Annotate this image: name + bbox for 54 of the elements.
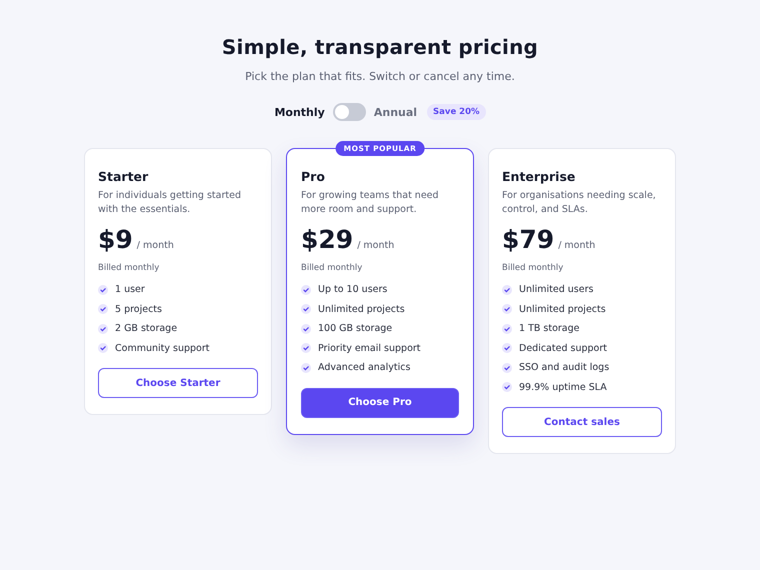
check-icon [502, 304, 512, 314]
plan-name: Starter [98, 169, 150, 184]
check-icon [98, 324, 108, 334]
price-period: / month [136, 240, 174, 251]
check-icon [502, 284, 512, 295]
feature-text: 2 GB storage [115, 322, 178, 336]
check-icon [301, 324, 311, 334]
monthly-label: Monthly [274, 106, 325, 118]
check-icon [502, 362, 512, 373]
plan-description: For growing teams that need more room and support. [301, 189, 440, 217]
feature-text: 5 projects [115, 302, 162, 316]
check-icon [301, 343, 311, 354]
feature-text: Community support [115, 342, 210, 355]
plan-button[interactable]: Contact sales [502, 407, 662, 437]
feature-text: 99.9% uptime SLA [519, 380, 607, 394]
check-icon [98, 284, 108, 295]
billing-note: Billed monthly [502, 263, 564, 273]
feature-text: 100 GB storage [318, 322, 392, 336]
plan-description: For organisations needing scale, control, and SLAs. [502, 189, 657, 217]
save-badge: Save 20% [427, 104, 486, 120]
check-icon [98, 343, 108, 354]
feature-text: 1 TB storage [519, 322, 580, 336]
billing-toggle[interactable] [332, 103, 366, 121]
check-icon [301, 362, 311, 373]
feature-text: Advanced analytics [318, 361, 410, 374]
billing-note: Billed monthly [98, 263, 160, 273]
plan-description: For individuals getting started with the essentials. [98, 189, 242, 217]
feature-text: Unlimited projects [519, 302, 606, 316]
page-title: Simple, transparent pricing [222, 35, 538, 59]
plan-price: $9 [98, 225, 133, 254]
price-period: / month [357, 240, 394, 251]
plan-price: $29 [301, 225, 354, 254]
feature-text: Priority email support [318, 342, 421, 355]
plan-button[interactable]: Choose Pro [301, 388, 459, 418]
plan-name: Enterprise [502, 169, 576, 184]
plan-button[interactable]: Choose Starter [98, 368, 258, 398]
plan-price: $79 [502, 225, 554, 254]
annual-label: Annual [374, 106, 418, 118]
feature-text: SSO and audit logs [519, 361, 610, 374]
billing-note: Billed monthly [301, 263, 364, 273]
feature-text: Up to 10 users [318, 283, 388, 296]
check-icon [301, 284, 311, 295]
feature-text: Unlimited users [519, 283, 594, 296]
feature-text: 1 user [115, 283, 145, 296]
plan-name: Pro [301, 169, 326, 184]
check-icon [502, 324, 512, 334]
check-icon [301, 304, 311, 314]
check-icon [502, 343, 512, 354]
price-period: / month [558, 240, 596, 251]
feature-text: Unlimited projects [318, 302, 405, 316]
page-subtitle: Pick the plan that fits. Switch or cancel any time. [245, 70, 515, 83]
feature-text: Dedicated support [519, 342, 607, 355]
check-icon [98, 304, 108, 314]
check-icon [502, 382, 512, 392]
